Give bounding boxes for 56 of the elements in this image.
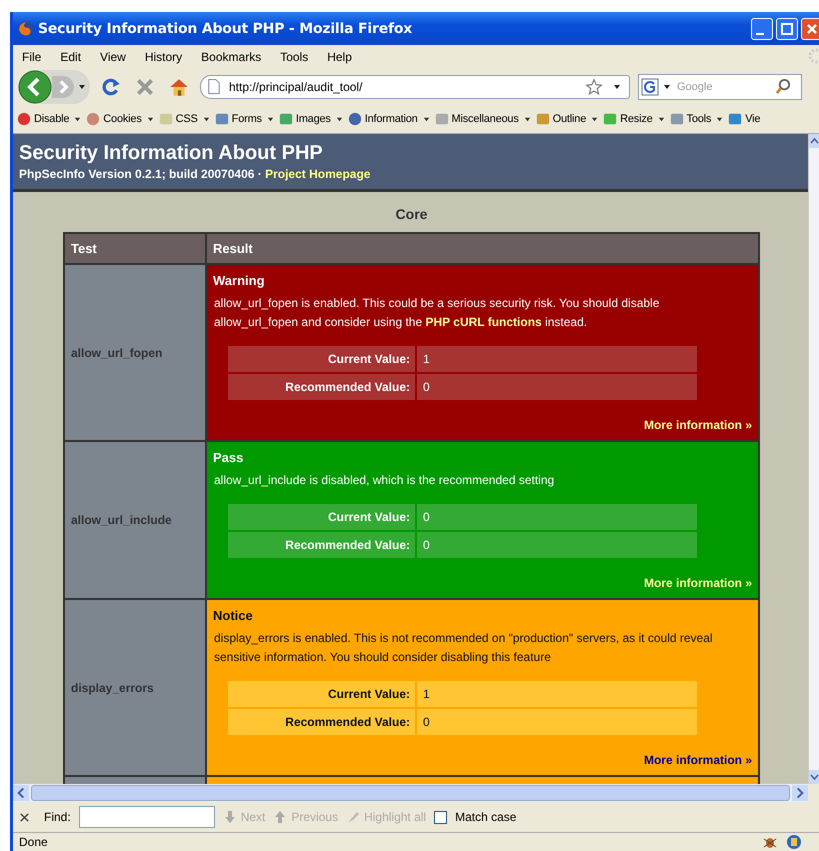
menu-item[interactable]: Help <box>324 50 360 64</box>
menu-item[interactable]: File <box>19 50 50 64</box>
value-label: Current Value: <box>228 346 415 372</box>
menu-item[interactable]: Bookmarks <box>198 50 270 64</box>
section-title: Core <box>394 206 428 222</box>
toolbar-menu[interactable]: CSS <box>158 112 210 126</box>
value-text: 0 <box>417 709 697 735</box>
toolbar-menu[interactable]: Cookies <box>86 112 154 126</box>
toolbar-menu[interactable]: Disable <box>17 112 82 126</box>
test-cell: allow_url_include <box>64 441 206 599</box>
url-text: http://principal/audit_tool/ <box>229 80 364 94</box>
status-label: Pass <box>213 450 244 465</box>
column-header: Test <box>64 233 206 264</box>
toolbar-menu[interactable]: Miscellaneous <box>434 112 531 126</box>
more-information-link[interactable]: More information » <box>644 753 752 767</box>
value-label: Recommended Value: <box>228 374 415 400</box>
value-label: Current Value: <box>228 681 415 707</box>
toolbar-menu[interactable]: Forms <box>214 112 274 126</box>
toolbar-menu[interactable]: Resize <box>603 112 665 126</box>
search-field[interactable]: Google <box>638 74 802 100</box>
toolbar-menu[interactable]: Tools <box>670 112 724 126</box>
test-cell: display_errors <box>64 599 206 776</box>
value-text: 0 <box>417 374 697 400</box>
menu-item[interactable]: History <box>142 50 190 64</box>
address-field[interactable]: http://principal/audit_tool/ <box>200 74 630 98</box>
status-label: Warning <box>213 273 266 288</box>
toolbar-menu[interactable]: Outline <box>536 112 598 126</box>
toolbar-menu[interactable]: Images <box>278 112 343 126</box>
functions-link[interactable]: PHP cURL functions <box>425 315 542 329</box>
page-title: Security Information About PHP <box>19 142 324 165</box>
status-label: Notice <box>213 608 254 623</box>
homepage-link[interactable]: Project Homepage <box>265 167 370 181</box>
value-label: Recommended Value: <box>228 532 415 558</box>
menu-item[interactable]: Edit <box>57 50 90 64</box>
value-text: 0 <box>417 532 697 558</box>
toolbar-menu[interactable]: Vie <box>728 112 760 126</box>
window-title: Security Information About PHP - Mozilla Firefox <box>38 20 414 36</box>
column-header: Result <box>206 233 759 264</box>
value-text: 1 <box>417 681 697 707</box>
more-information-link[interactable]: More information » <box>644 418 752 432</box>
find-label: Find: <box>44 810 71 824</box>
result-description: display_errors is enabled. This is not recommended on "production" servers, as it could reveal sensitive information. You should consider disabling this feature <box>214 630 714 666</box>
result-description: allow_url_fopen is enabled. This could be a serious security risk. You should disable allow_url_fopen and consider using the PHP cURL functions instead. <box>214 295 660 331</box>
test-cell: allow_url_fopen <box>64 264 206 441</box>
value-label: Recommended Value: <box>228 709 415 735</box>
result-description: allow_url_include is disabled, which is the recommended setting <box>214 472 556 489</box>
version-text: PhpSecInfo Version 0.2.1; build 20070406 · <box>19 167 263 181</box>
value-label: Current Value: <box>228 504 415 530</box>
status-text: Done <box>19 835 48 849</box>
menu-item[interactable]: View <box>97 50 134 64</box>
value-text: 0 <box>417 504 697 530</box>
more-information-link[interactable]: More information » <box>644 576 752 590</box>
menu-item[interactable]: Tools <box>277 50 316 64</box>
toolbar-menu[interactable]: Information <box>348 112 430 126</box>
match-case-label: Match case <box>455 810 516 824</box>
value-text: 1 <box>417 346 697 372</box>
